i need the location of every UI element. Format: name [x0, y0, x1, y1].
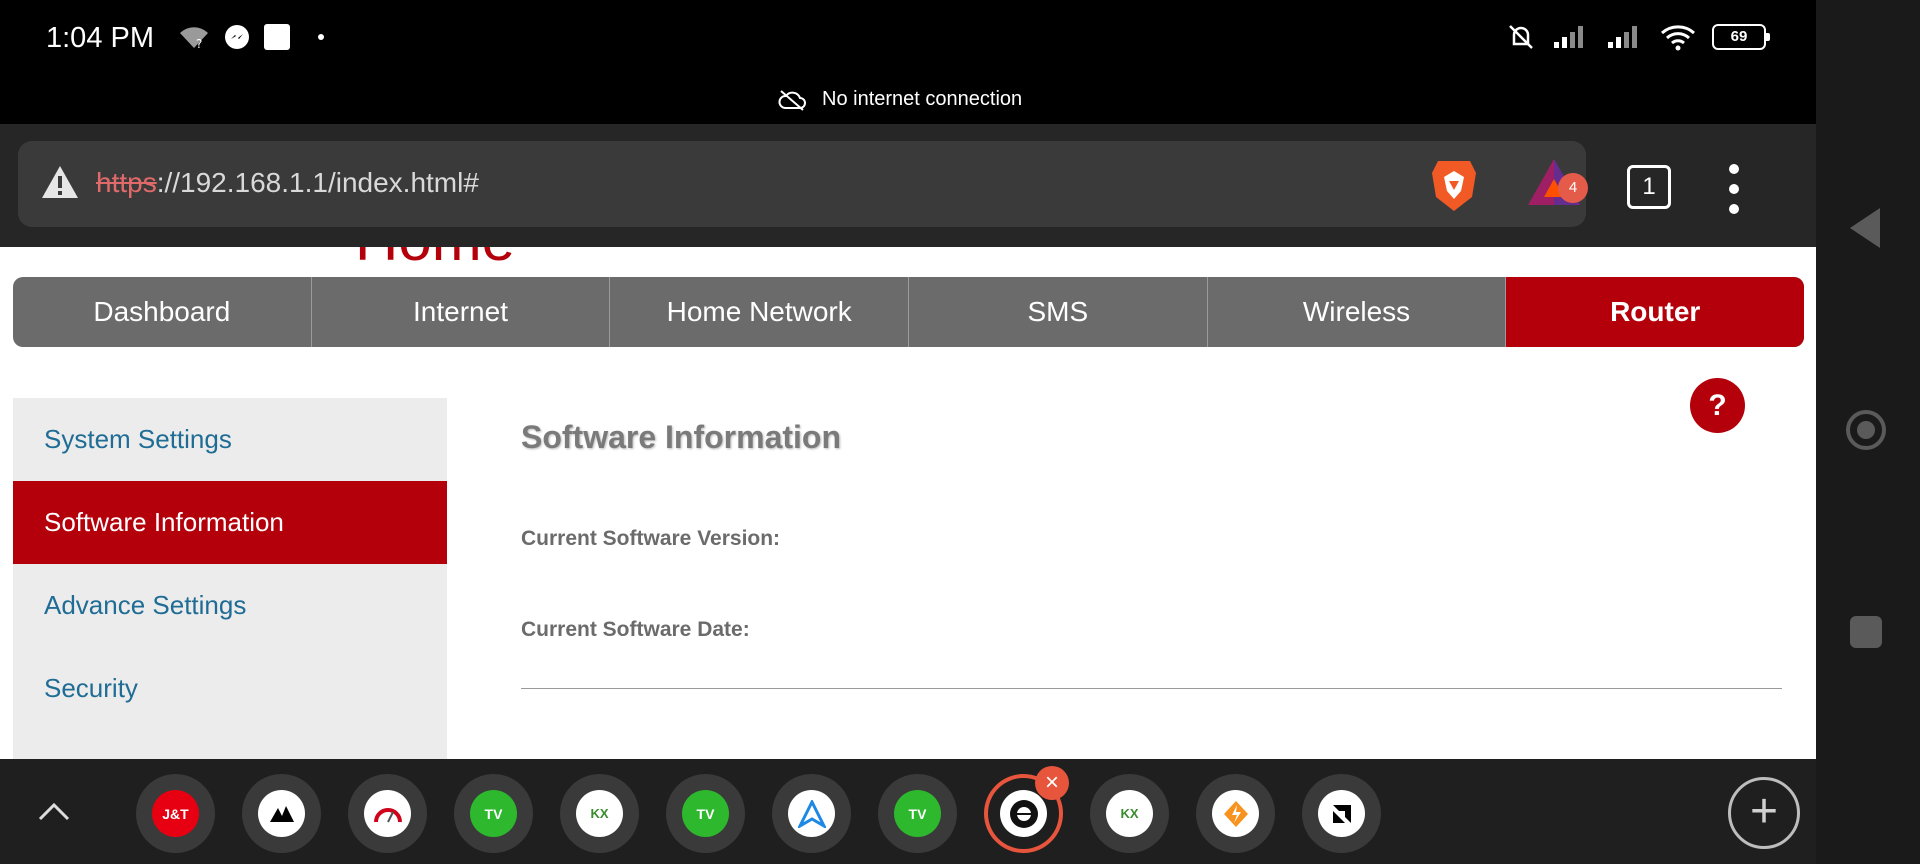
url-path: ://192.168.1.1/index.html#: [156, 167, 479, 198]
system-nav-bar: [1816, 0, 1920, 864]
divider: [521, 688, 1782, 689]
home-logo: Home: [355, 247, 515, 274]
nav-wireless[interactable]: Wireless: [1208, 277, 1507, 347]
recents-icon[interactable]: [1850, 616, 1882, 648]
close-app-button[interactable]: ×: [1035, 766, 1069, 800]
nav-dashboard[interactable]: Dashboard: [13, 277, 312, 347]
kox-icon: KX: [576, 790, 623, 837]
sidebar-item-security[interactable]: Security: [13, 647, 447, 730]
image-icon: [264, 24, 290, 50]
nav-router[interactable]: Router: [1506, 277, 1804, 347]
app-browser-selected[interactable]: ×: [984, 766, 1069, 853]
app-speedometer[interactable]: [348, 774, 427, 853]
web-page: Home Dashboard Internet Home Network SMS…: [0, 247, 1816, 759]
url-text[interactable]: https://192.168.1.1/index.html#: [96, 167, 479, 199]
main-nav: Dashboard Internet Home Network SMS Wire…: [13, 277, 1804, 347]
tv-green-icon: TV: [470, 790, 517, 837]
offline-text: No internet connection: [822, 88, 1023, 110]
rewards-badge: 4: [1558, 173, 1588, 203]
app-lightning[interactable]: [1196, 774, 1275, 853]
browser-toolbar: https://192.168.1.1/index.html# 4 1: [0, 124, 1816, 247]
dock: J&T TV KX TV TV × KX: [136, 766, 1381, 853]
back-icon[interactable]: [1850, 208, 1880, 248]
corsair-icon: [258, 790, 305, 837]
software-version-label: Current Software Version:: [521, 527, 781, 550]
kox-icon: KX: [1106, 790, 1153, 837]
sidebar: System Settings Software Information Adv…: [13, 398, 447, 759]
mute-bell-icon: [1509, 25, 1533, 49]
app-corsair[interactable]: [242, 774, 321, 853]
tv-green-icon: TV: [682, 790, 729, 837]
sidebar-item-system-settings[interactable]: System Settings: [13, 398, 447, 481]
sidebar-item-advance-settings[interactable]: Advance Settings: [13, 564, 447, 647]
brave-shields-icon[interactable]: [1428, 157, 1480, 213]
add-app-button[interactable]: +: [1728, 777, 1800, 849]
url-scheme: https: [96, 167, 157, 198]
software-date-label: Current Software Date:: [521, 618, 750, 641]
wifi-question-icon: ?: [180, 27, 208, 50]
amd-icon: [1318, 790, 1365, 837]
page-title: Software Information: [521, 419, 842, 455]
signal-2-icon: [1608, 26, 1637, 48]
app-tv-1[interactable]: TV: [454, 774, 533, 853]
nav-sms[interactable]: SMS: [909, 277, 1208, 347]
warning-icon[interactable]: [40, 164, 80, 200]
menu-button[interactable]: [1724, 164, 1744, 214]
app-amd[interactable]: [1302, 774, 1381, 853]
wifi-icon: [1661, 25, 1695, 51]
tv-green-icon: TV: [894, 790, 941, 837]
svg-text:?: ?: [196, 37, 202, 50]
speedometer-icon: [364, 790, 411, 837]
app-jt[interactable]: J&T: [136, 774, 215, 853]
chevron-up-icon[interactable]: [36, 793, 72, 829]
battery-icon: 69: [1712, 24, 1770, 50]
app-taskbar: J&T TV KX TV TV × KX +: [0, 759, 1816, 864]
jt-icon: J&T: [152, 790, 199, 837]
home-icon[interactable]: [1846, 410, 1886, 450]
globe-icon: [1000, 790, 1047, 837]
offline-banner: No internet connection: [0, 76, 1816, 124]
dot-icon: [318, 34, 324, 40]
app-kox-1[interactable]: KX: [560, 774, 639, 853]
messenger-icon: [225, 25, 249, 49]
arrow-a-icon: [788, 790, 835, 837]
lightning-icon: [1212, 790, 1259, 837]
app-arrow[interactable]: [772, 774, 851, 853]
signal-1-icon: [1554, 26, 1583, 48]
app-tv-2[interactable]: TV: [666, 774, 745, 853]
status-bar: 1:04 PM ? 69: [0, 0, 1816, 76]
nav-home-network[interactable]: Home Network: [610, 277, 910, 347]
clock: 1:04 PM: [46, 22, 154, 54]
nav-internet[interactable]: Internet: [312, 277, 611, 347]
app-kox-2[interactable]: KX: [1090, 774, 1169, 853]
cloud-off-icon: [778, 89, 806, 111]
help-button[interactable]: ?: [1690, 378, 1745, 433]
sidebar-item-software-information[interactable]: Software Information: [13, 481, 447, 564]
tabs-button[interactable]: 1: [1627, 165, 1671, 209]
address-bar[interactable]: https://192.168.1.1/index.html# 4: [18, 141, 1588, 227]
app-tv-3[interactable]: TV: [878, 774, 957, 853]
